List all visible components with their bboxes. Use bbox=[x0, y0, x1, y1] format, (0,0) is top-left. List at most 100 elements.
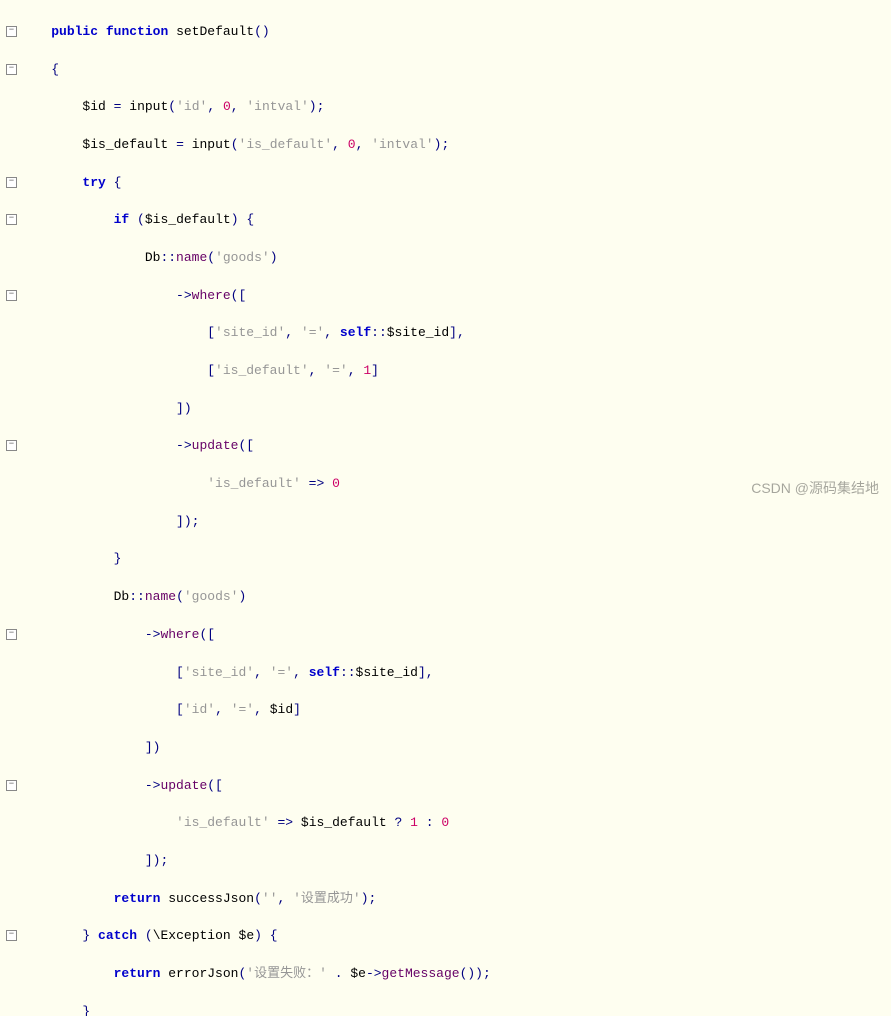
operator: :: bbox=[371, 325, 387, 340]
string: 'site_id' bbox=[184, 665, 254, 680]
string: 'id' bbox=[184, 702, 215, 717]
class-name: Db bbox=[145, 250, 161, 265]
string: '设置失败：' bbox=[246, 966, 327, 981]
function-call: input bbox=[192, 137, 231, 152]
code-line: $is_default = input('is_default', 0, 'in… bbox=[20, 136, 891, 155]
code-line: } bbox=[20, 550, 891, 569]
variable: $e bbox=[239, 928, 255, 943]
fold-toggle[interactable]: − bbox=[6, 26, 17, 37]
string: 'id' bbox=[176, 99, 207, 114]
fold-toggle[interactable]: − bbox=[6, 780, 17, 791]
code-line: return errorJson('设置失败：' . $e->getMessag… bbox=[20, 965, 891, 984]
string: 'is_default' bbox=[215, 363, 309, 378]
variable: $is_default bbox=[82, 137, 168, 152]
number: 0 bbox=[332, 476, 340, 491]
method: where bbox=[192, 288, 231, 303]
keyword: if bbox=[114, 212, 130, 227]
number: 0 bbox=[348, 137, 356, 152]
number: 0 bbox=[223, 99, 231, 114]
string: '=' bbox=[324, 363, 347, 378]
operator: -> bbox=[176, 438, 192, 453]
operator: -> bbox=[145, 627, 161, 642]
method: update bbox=[192, 438, 239, 453]
code-line: − } catch (\Exception $e) { bbox=[20, 927, 891, 946]
function-call: successJson bbox=[168, 891, 254, 906]
string: '' bbox=[262, 891, 278, 906]
operator: -> bbox=[366, 966, 382, 981]
operator: => bbox=[309, 476, 325, 491]
watermark: CSDN @源码集结地 bbox=[751, 478, 879, 498]
code-line: ['site_id', '=', self::$site_id], bbox=[20, 664, 891, 683]
variable: $id bbox=[82, 99, 105, 114]
code-line: − { bbox=[20, 61, 891, 80]
string: '=' bbox=[301, 325, 324, 340]
function-call: errorJson bbox=[168, 966, 238, 981]
string: '=' bbox=[270, 665, 293, 680]
code-line: $id = input('id', 0, 'intval'); bbox=[20, 98, 891, 117]
operator: -> bbox=[176, 288, 192, 303]
variable: $e bbox=[350, 966, 366, 981]
operator: :: bbox=[129, 589, 145, 604]
number: 1 bbox=[363, 363, 371, 378]
code-line: Db::name('goods') bbox=[20, 249, 891, 268]
code-line: − ->update([ bbox=[20, 777, 891, 796]
code-line: ]); bbox=[20, 513, 891, 532]
code-line: − if ($is_default) { bbox=[20, 211, 891, 230]
code-line: 'is_default' => $is_default ? 1 : 0 bbox=[20, 814, 891, 833]
number: 1 bbox=[410, 815, 418, 830]
class-name: Db bbox=[114, 589, 130, 604]
code-line: − try { bbox=[20, 174, 891, 193]
string: 'is_default' bbox=[239, 137, 333, 152]
code-line: return successJson('', '设置成功'); bbox=[20, 890, 891, 909]
string: 'site_id' bbox=[215, 325, 285, 340]
fold-toggle[interactable]: − bbox=[6, 214, 17, 225]
code-line: ['site_id', '=', self::$site_id], bbox=[20, 324, 891, 343]
operator: => bbox=[277, 815, 293, 830]
keyword: try bbox=[82, 175, 105, 190]
variable: $is_default bbox=[145, 212, 231, 227]
function-name: setDefault bbox=[176, 24, 254, 39]
string: 'intval' bbox=[371, 137, 433, 152]
operator: :: bbox=[340, 665, 356, 680]
fold-toggle[interactable]: − bbox=[6, 290, 17, 301]
fold-toggle[interactable]: − bbox=[6, 930, 17, 941]
variable: $id bbox=[270, 702, 293, 717]
code-line: ['id', '=', $id] bbox=[20, 701, 891, 720]
number: 0 bbox=[441, 815, 449, 830]
string: 'goods' bbox=[215, 250, 270, 265]
string: '=' bbox=[231, 702, 254, 717]
operator: = bbox=[176, 137, 184, 152]
keyword: return bbox=[114, 966, 161, 981]
operator: -> bbox=[145, 778, 161, 793]
keyword: self bbox=[340, 325, 371, 340]
code-line: − ->update([ bbox=[20, 437, 891, 456]
code-line: ['is_default', '=', 1] bbox=[20, 362, 891, 381]
keyword: function bbox=[106, 24, 168, 39]
class-name: \Exception bbox=[153, 928, 231, 943]
method: update bbox=[160, 778, 207, 793]
fold-toggle[interactable]: − bbox=[6, 629, 17, 640]
keyword: self bbox=[309, 665, 340, 680]
code-line: ]) bbox=[20, 400, 891, 419]
code-block: − public function setDefault() − { $id =… bbox=[0, 0, 891, 1016]
code-line: ]); bbox=[20, 852, 891, 871]
code-line: − public function setDefault() bbox=[20, 23, 891, 42]
variable: $site_id bbox=[387, 325, 449, 340]
keyword: return bbox=[114, 891, 161, 906]
variable: $is_default bbox=[301, 815, 387, 830]
method: where bbox=[160, 627, 199, 642]
method: name bbox=[176, 250, 207, 265]
code-line: Db::name('goods') bbox=[20, 588, 891, 607]
function-call: input bbox=[129, 99, 168, 114]
method: getMessage bbox=[382, 966, 460, 981]
code-line: − ->where([ bbox=[20, 287, 891, 306]
method: name bbox=[145, 589, 176, 604]
code-line: − ->where([ bbox=[20, 626, 891, 645]
fold-toggle[interactable]: − bbox=[6, 440, 17, 451]
string: 'goods' bbox=[184, 589, 239, 604]
code-line: } bbox=[20, 1003, 891, 1016]
string: 'is_default' bbox=[176, 815, 270, 830]
fold-toggle[interactable]: − bbox=[6, 64, 17, 75]
operator: :: bbox=[160, 250, 176, 265]
fold-toggle[interactable]: − bbox=[6, 177, 17, 188]
